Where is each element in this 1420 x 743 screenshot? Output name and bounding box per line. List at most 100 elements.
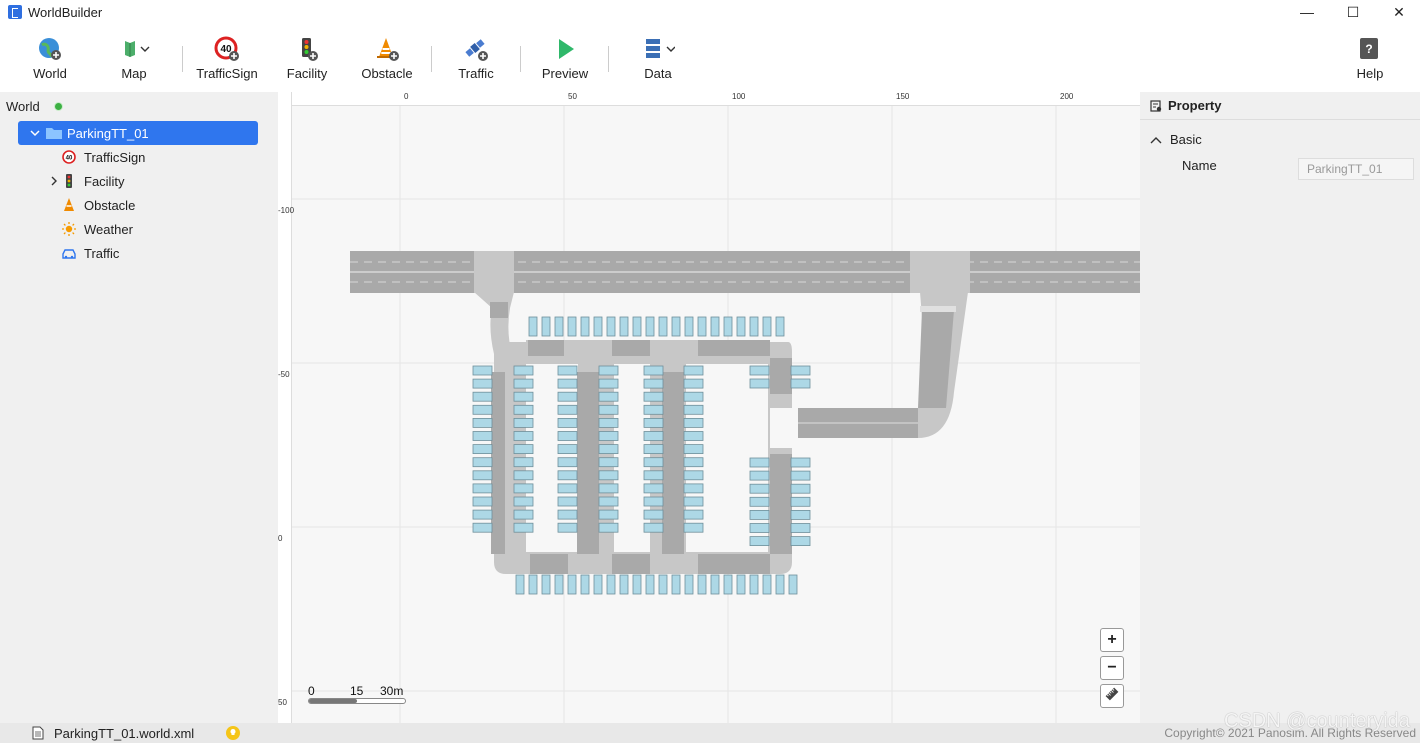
chevron-down-icon[interactable] — [30, 128, 40, 138]
parking-slot — [775, 316, 785, 337]
parking-slot — [515, 574, 525, 595]
parking-slot — [598, 404, 619, 415]
parking-slot — [513, 509, 534, 520]
parking-slot — [472, 431, 493, 441]
parking-slots-layer — [472, 316, 811, 595]
help-button[interactable]: ? Help — [1350, 36, 1390, 88]
ruler-y-label: 50 — [278, 698, 287, 707]
parking-slot — [598, 509, 619, 520]
file-icon — [32, 726, 44, 740]
globe-icon — [37, 36, 63, 62]
parking-slot — [513, 417, 534, 428]
parking-slot — [513, 483, 534, 494]
world-button[interactable]: World — [24, 36, 76, 88]
parking-slot — [513, 457, 534, 468]
parking-slot — [557, 509, 578, 520]
parking-slot — [472, 391, 493, 402]
parking-slot — [632, 574, 642, 595]
tree-item-facility[interactable]: Facility — [50, 171, 124, 191]
tree-item-parkingtt01[interactable]: ParkingTT_01 — [18, 121, 258, 145]
parking-slot — [643, 365, 664, 376]
name-property-row: Name ParkingTT_01 — [1182, 158, 1414, 180]
minimize-button[interactable]: — — [1284, 0, 1330, 24]
tree-item-weather[interactable]: Weather — [62, 219, 133, 239]
parking-slot — [472, 509, 493, 520]
ruler-x-label: 0 — [404, 92, 409, 101]
parking-slot — [557, 444, 578, 455]
obstacle-button[interactable]: Obstacle — [358, 36, 416, 88]
parking-slot — [645, 574, 655, 595]
database-icon — [641, 36, 675, 62]
parking-slot — [671, 574, 681, 595]
parking-slot — [598, 391, 619, 402]
parking-slot — [790, 509, 811, 520]
parking-slot — [541, 574, 551, 595]
parking-slot — [513, 496, 534, 507]
parking-slot — [684, 316, 694, 337]
parking-slot — [790, 496, 811, 507]
parking-slot — [528, 316, 538, 337]
parking-slot — [643, 444, 664, 455]
parking-slot — [643, 522, 664, 533]
parking-slot — [658, 316, 668, 337]
parking-slot — [643, 457, 664, 468]
scale-bar: 0 15 30m — [308, 684, 406, 704]
parking-slot — [683, 483, 704, 494]
parking-slot — [567, 574, 577, 595]
map-canvas[interactable]: 0 50 100 150 200 -100 -50 0 50 + − 0 15 … — [278, 92, 1140, 723]
tree-item-trafficsign[interactable]: 40 TrafficSign — [62, 147, 145, 167]
parking-slot — [619, 574, 629, 595]
tree-item-label: Weather — [84, 221, 133, 237]
parking-slot — [513, 444, 534, 455]
facility-button[interactable]: Facility — [282, 36, 332, 88]
name-field[interactable]: ParkingTT_01 — [1298, 158, 1414, 180]
measure-button[interactable] — [1100, 684, 1124, 708]
parking-slot — [643, 404, 664, 415]
tree-item-traffic[interactable]: Traffic — [62, 243, 119, 263]
zoom-out-button[interactable]: − — [1100, 656, 1124, 680]
parking-slot — [557, 417, 578, 428]
map-label: Map — [121, 66, 147, 81]
parking-slot — [749, 457, 770, 468]
close-button[interactable]: ✕ — [1376, 0, 1420, 24]
parking-slot — [632, 316, 642, 337]
toolbar-separator — [520, 46, 521, 72]
parking-slot — [790, 536, 811, 547]
property-title: Property — [1168, 98, 1222, 113]
parking-slot — [598, 496, 619, 507]
parking-slot — [557, 470, 578, 481]
preview-button[interactable]: Preview — [538, 36, 592, 88]
app-logo-icon — [8, 5, 22, 19]
chevron-right-icon[interactable] — [50, 176, 62, 186]
maximize-button[interactable]: ☐ — [1330, 0, 1376, 24]
parking-slot — [788, 574, 798, 595]
parking-slot — [723, 316, 733, 337]
parking-slot — [710, 574, 720, 595]
tree-item-obstacle[interactable]: Obstacle — [62, 195, 135, 215]
parking-slot — [554, 316, 564, 337]
parking-slot — [643, 431, 664, 441]
tree-item-label: Facility — [84, 173, 125, 189]
parking-slot — [683, 391, 704, 402]
basic-section-toggle[interactable]: Basic — [1150, 132, 1202, 147]
parking-slot — [683, 470, 704, 481]
lightbulb-icon[interactable] — [226, 726, 241, 740]
zoom-in-button[interactable]: + — [1100, 628, 1124, 652]
parking-slot — [593, 316, 603, 337]
parking-slot — [683, 522, 704, 533]
parking-slot — [472, 457, 493, 468]
parking-slot — [619, 316, 629, 337]
traffic-sign-button[interactable]: 40 TrafficSign — [194, 36, 260, 88]
data-button[interactable]: Data — [632, 36, 684, 88]
tree-root-world[interactable]: World — [6, 99, 63, 114]
parking-slot — [557, 522, 578, 533]
traffic-button[interactable]: Traffic — [452, 36, 500, 88]
map-button[interactable]: Map — [108, 36, 160, 88]
parking-slot — [683, 431, 704, 441]
maximize-icon: ☐ — [1346, 3, 1360, 20]
help-icon: ? — [1357, 36, 1383, 62]
satellite-icon — [463, 36, 489, 62]
parking-slot — [643, 483, 664, 494]
parking-slot — [790, 483, 811, 494]
parking-slot — [643, 509, 664, 520]
